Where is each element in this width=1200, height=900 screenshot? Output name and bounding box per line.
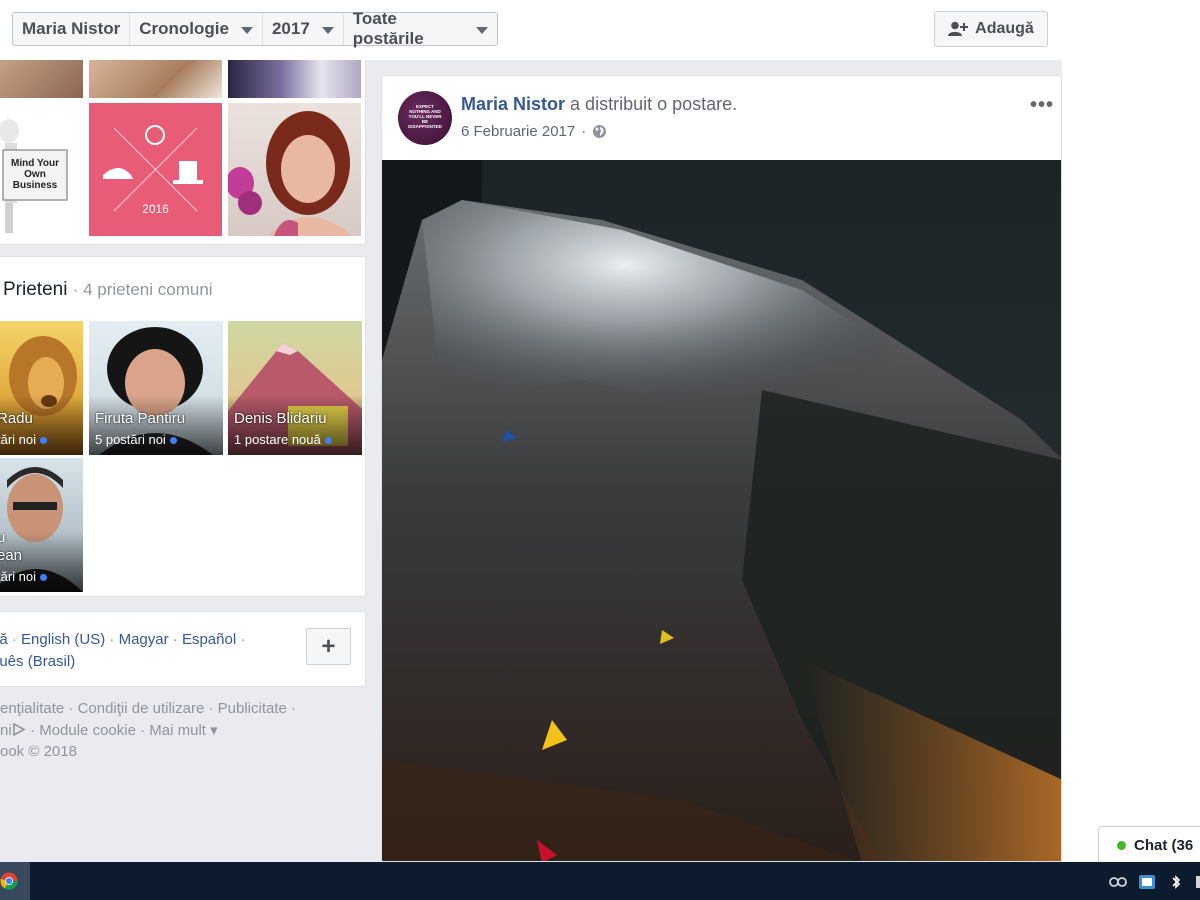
friend-name: Denis Blidariu <box>234 410 327 427</box>
tray-overflow-icon[interactable] <box>1194 872 1200 892</box>
post-action-text: a distribuit o postare. <box>570 94 738 114</box>
bluetooth-icon[interactable] <box>1166 872 1186 892</box>
right-rail <box>1062 0 1200 862</box>
adchoices-icon[interactable] <box>12 722 26 736</box>
more-options-icon[interactable]: ••• <box>1030 94 1054 117</box>
post-card: EXPECT NOTHING AND YOU'LL NEVER BE DISAP… <box>381 75 1062 862</box>
mutual-friends-count: · 4 prieteni comuni <box>72 280 213 299</box>
footer-link[interactable]: Mai mult <box>149 722 206 739</box>
tray-app-icon[interactable] <box>1137 872 1157 892</box>
photo-tile[interactable] <box>0 60 83 98</box>
post-photo[interactable] <box>382 160 1061 861</box>
posts-filter-label: Toate postările <box>352 9 424 48</box>
photo-tile[interactable] <box>89 60 222 98</box>
chevron-down-icon <box>240 26 253 34</box>
footer-link[interactable]: enţialitate <box>0 700 64 717</box>
footer-link[interactable]: ni <box>0 722 12 739</box>
chat-tab[interactable]: Chat (36 <box>1098 826 1200 864</box>
friend-new-posts-label: tări noi <box>0 569 37 584</box>
friend-tile[interactable]: Firuta Pantiru 5 postări noi <box>89 321 223 455</box>
photo-tile[interactable]: Mind Your Own Business <box>0 103 83 236</box>
friend-tile[interactable]: Radu tări noi <box>0 321 83 455</box>
new-posts-dot <box>40 574 48 582</box>
friends-title[interactable]: Prieteni <box>3 279 67 300</box>
new-posts-dot <box>324 437 332 445</box>
footer-links: enţialitate · Condiţii de utilizare · Pu… <box>0 700 297 760</box>
friend-new-posts: tări noi <box>0 569 48 584</box>
photos-card: Mind Your Own Business 2016 <box>0 60 366 245</box>
crowd-protest-photo <box>382 160 1061 861</box>
language-link[interactable]: guês (Brasil) <box>0 653 75 670</box>
photo-tile[interactable] <box>228 103 361 236</box>
language-link[interactable]: Español <box>182 631 236 648</box>
friend-name: Firuta Pantiru <box>95 410 186 427</box>
friends-card: Prieteni · 4 prieteni comuni Radu tări n… <box>0 256 366 597</box>
photo-tile[interactable] <box>228 60 361 98</box>
globe-icon[interactable] <box>592 124 607 139</box>
language-link[interactable]: nă <box>0 631 8 648</box>
friend-name: u <box>0 529 6 546</box>
post-header: Maria Nistor a distribuit o postare. <box>461 94 737 115</box>
footer-link[interactable]: Condiţii de utilizare <box>78 700 205 717</box>
language-list: nă · English (US) · Magyar · Español · g… <box>0 629 281 673</box>
new-posts-dot <box>169 437 177 445</box>
chat-label: Chat (36 <box>1134 836 1194 854</box>
year-dropdown[interactable]: 2017 <box>263 13 344 45</box>
taskbar-app-chrome[interactable] <box>0 862 30 900</box>
chrome-icon <box>0 872 18 890</box>
friend-name: Radu <box>0 410 33 427</box>
author-avatar[interactable]: EXPECT NOTHING AND YOU'LL NEVER BE DISAP… <box>398 91 452 145</box>
friend-tile[interactable]: Denis Blidariu 1 postare nouă <box>228 321 362 455</box>
add-language-button[interactable]: + <box>306 628 351 665</box>
posts-filter-dropdown[interactable]: Toate postările <box>344 9 497 48</box>
languages-card: nă · English (US) · Magyar · Español · g… <box>0 611 366 687</box>
online-status-icon <box>1117 840 1126 850</box>
timeline-dropdown[interactable]: Cronologie <box>130 13 263 45</box>
add-friend-label: Adaugă <box>975 20 1034 37</box>
portrait-photo <box>228 111 353 236</box>
meta-separator: · <box>581 123 587 140</box>
friend-new-posts-label: 5 postări noi <box>95 432 166 447</box>
timeline-filter-bar: Maria Nistor Cronologie 2017 Toate postă… <box>12 9 498 48</box>
copyright-text: ook © 2018 <box>0 743 77 760</box>
year-2016-text: 2016 <box>142 202 169 216</box>
friend-name-line2: ean <box>0 547 23 564</box>
footer-link[interactable]: Module cookie <box>39 722 136 739</box>
friend-tile[interactable]: u ean tări noi <box>0 458 83 592</box>
chevron-down-icon <box>321 26 334 34</box>
friend-new-posts-label: tări noi <box>0 432 37 447</box>
friend-new-posts: 1 postare nouă <box>234 432 332 447</box>
language-link[interactable]: Magyar <box>119 631 169 648</box>
year-2016-graphic <box>103 125 203 212</box>
chevron-down-icon <box>476 26 488 34</box>
friend-new-posts: tări noi <box>0 432 48 447</box>
avatar-quote-text: EXPECT NOTHING AND YOU'LL NEVER BE DISAP… <box>408 104 442 129</box>
friend-new-posts: 5 postări noi <box>95 432 177 447</box>
author-name-link[interactable]: Maria Nistor <box>461 94 565 114</box>
windows-taskbar <box>0 862 1200 900</box>
profile-name-link[interactable]: Maria Nistor <box>13 13 131 45</box>
friends-heading: Prieteni · 4 prieteni comuni <box>3 279 213 301</box>
timeline-label: Cronologie <box>139 19 229 38</box>
language-link[interactable]: English (US) <box>21 631 105 648</box>
new-posts-dot <box>40 437 48 445</box>
year-label: 2017 <box>271 19 310 38</box>
friend-new-posts-label: 1 postare nouă <box>234 432 321 447</box>
add-friend-button[interactable]: Adaugă <box>934 11 1048 47</box>
post-date-link[interactable]: 6 Februarie 2017 <box>461 123 575 140</box>
add-friend-icon <box>948 21 969 36</box>
post-meta: 6 Februarie 2017 · <box>461 123 607 140</box>
tray-glasses-icon[interactable] <box>1108 872 1128 892</box>
footer-link[interactable]: Publicitate <box>218 700 287 717</box>
sign-text: Mind Your Own Business <box>11 158 59 191</box>
photo-tile[interactable]: 2016 <box>89 103 222 236</box>
profile-name-label: Maria Nistor <box>22 19 121 38</box>
